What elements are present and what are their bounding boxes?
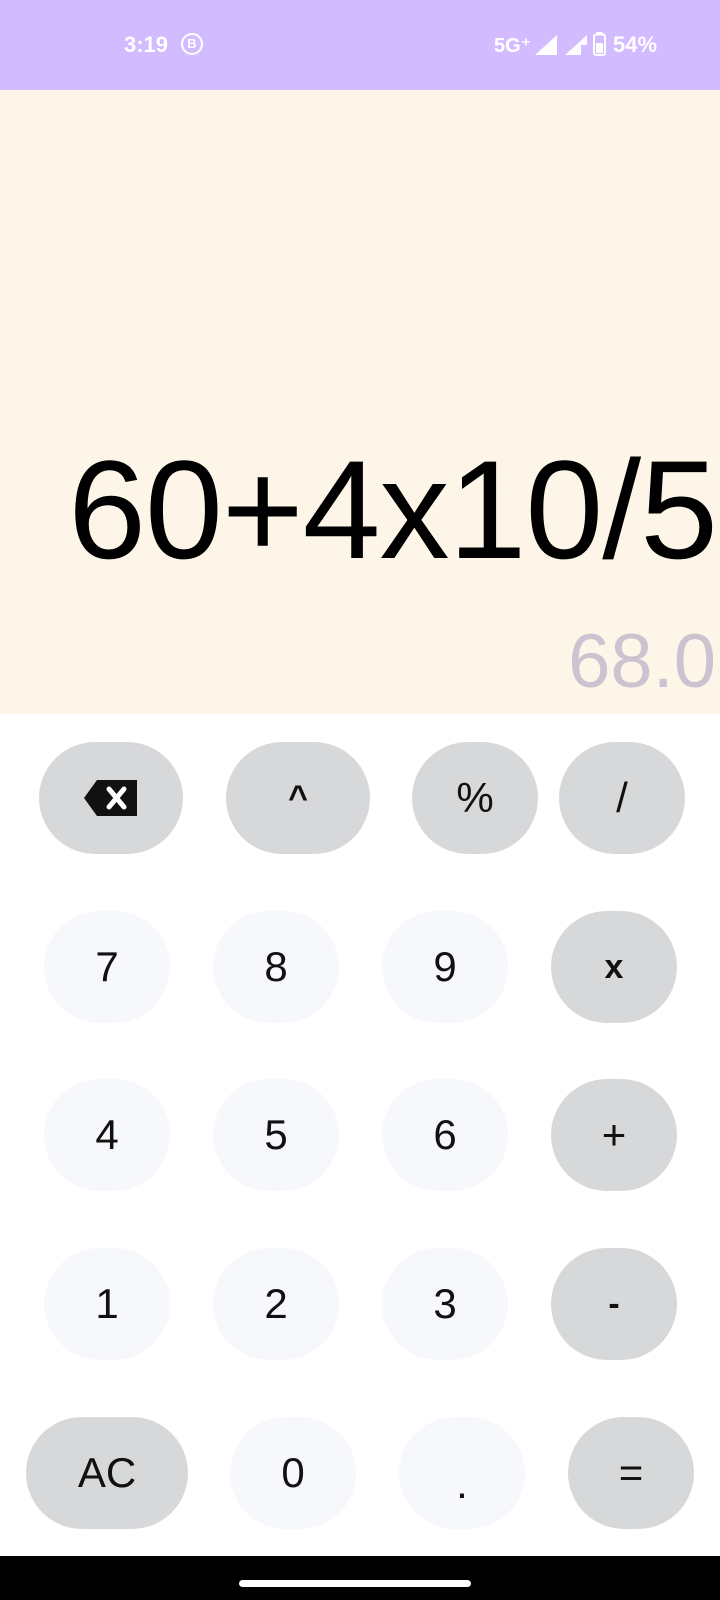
percent-button[interactable]: %: [412, 742, 538, 854]
backspace-icon: [84, 780, 137, 816]
signal-strength-icon: [535, 35, 587, 55]
status-bar: 3:19 B 5G⁺ 54%: [0, 0, 720, 90]
divide-button[interactable]: /: [559, 742, 685, 854]
battery-percentage: 54%: [613, 32, 658, 57]
equals-button[interactable]: =: [568, 1417, 694, 1529]
digit-9-button[interactable]: 9: [382, 911, 508, 1023]
navigation-bar: [0, 1556, 720, 1600]
keypad: ^ % / 7 8 9 x 4 5 6 + 1 2 3 - AC 0 . =: [0, 714, 720, 1556]
decimal-point-button[interactable]: .: [399, 1417, 525, 1529]
power-button[interactable]: ^: [226, 742, 370, 854]
network-type: 5G⁺: [494, 35, 532, 57]
digit-2-button[interactable]: 2: [213, 1248, 339, 1360]
digit-0-button[interactable]: 0: [230, 1417, 356, 1529]
result-text: 68.0: [568, 619, 716, 704]
multiply-button[interactable]: x: [551, 911, 677, 1023]
minus-button[interactable]: -: [551, 1248, 677, 1360]
status-time: 3:19: [124, 32, 169, 57]
calculator-display: 60+4x10/5 68.0: [0, 90, 720, 714]
digit-4-button[interactable]: 4: [44, 1079, 170, 1191]
battery-icon: [593, 32, 606, 56]
plus-button[interactable]: +: [551, 1079, 677, 1191]
notification-b-icon: B: [181, 33, 203, 55]
digit-3-button[interactable]: 3: [382, 1248, 508, 1360]
digit-5-button[interactable]: 5: [213, 1079, 339, 1191]
digit-7-button[interactable]: 7: [44, 911, 170, 1023]
digit-1-button[interactable]: 1: [44, 1248, 170, 1360]
digit-8-button[interactable]: 8: [213, 911, 339, 1023]
clear-button[interactable]: AC: [26, 1417, 188, 1529]
digit-6-button[interactable]: 6: [382, 1079, 508, 1191]
home-gesture-handle[interactable]: [239, 1580, 471, 1587]
backspace-button[interactable]: [39, 742, 183, 854]
expression-text: 60+4x10/5: [68, 431, 718, 588]
